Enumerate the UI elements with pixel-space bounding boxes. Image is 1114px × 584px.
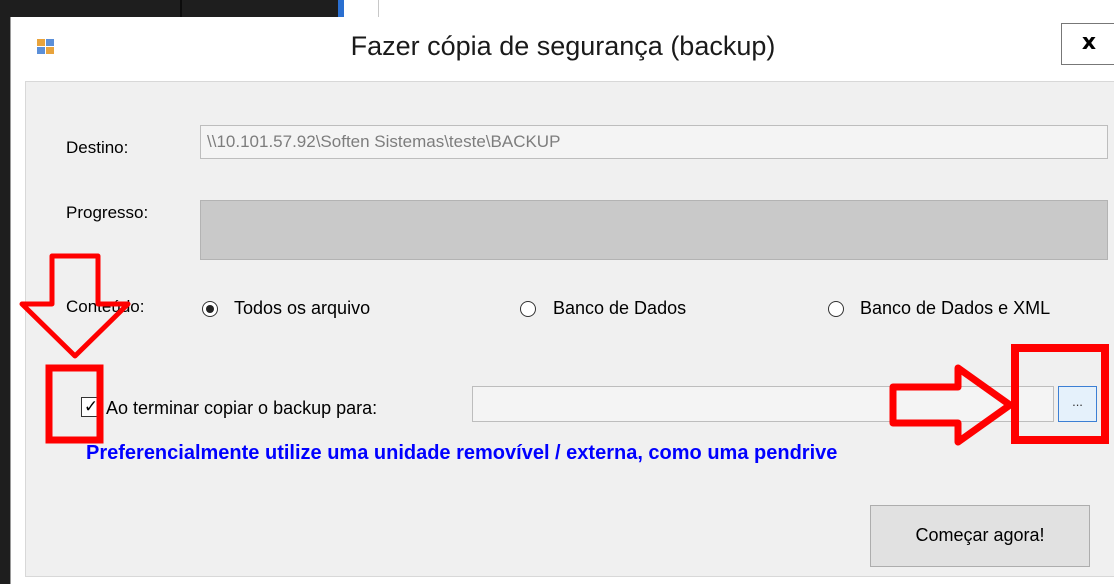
checkbox-highlight-annotation — [45, 364, 104, 444]
right-arrow-annotation — [889, 364, 1014, 446]
browse-highlight-annotation — [1011, 344, 1109, 444]
down-arrow-annotation — [19, 253, 131, 359]
annotation-overlay — [19, 253, 1109, 446]
